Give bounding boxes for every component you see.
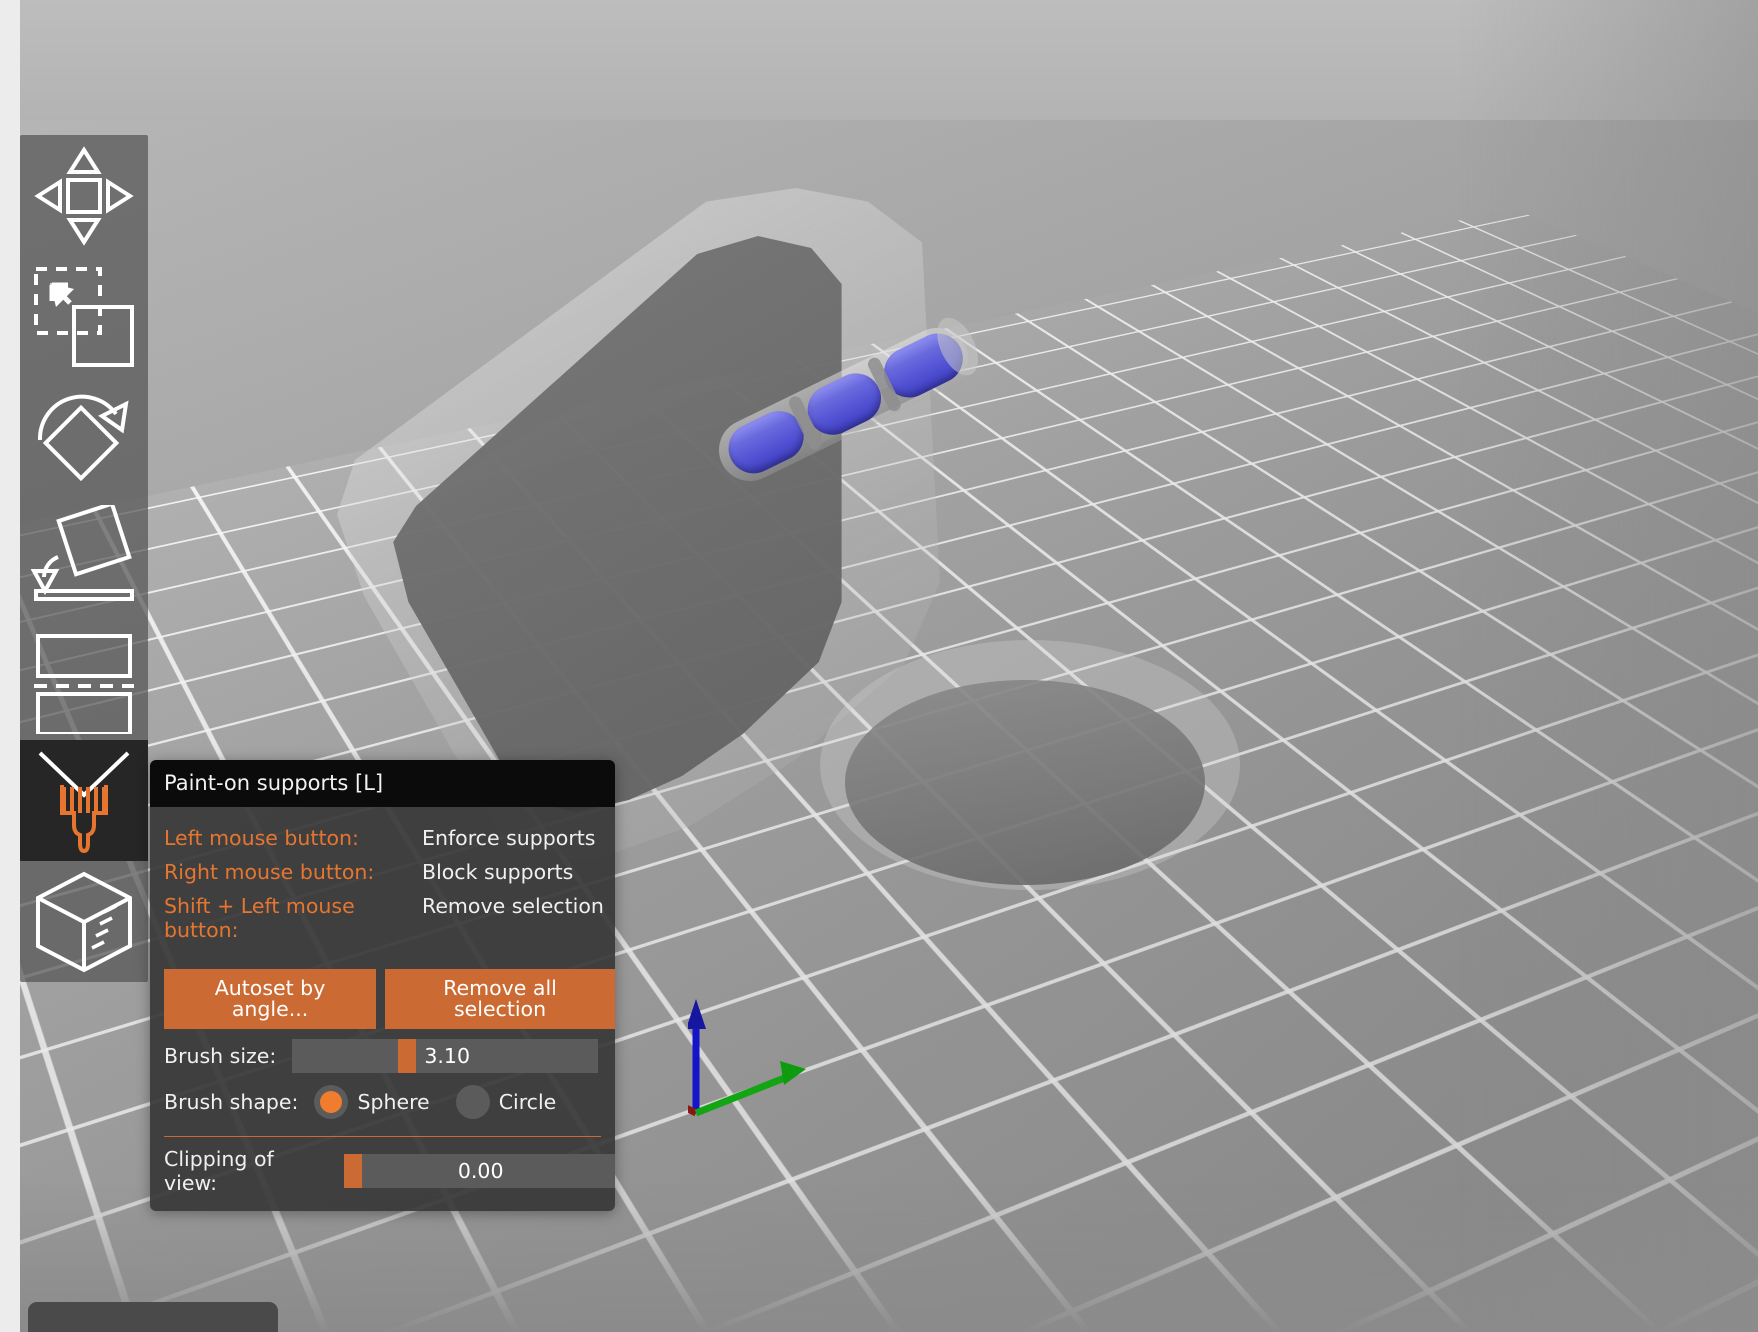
shortcut-row: Left mouse button: Enforce supports bbox=[150, 821, 615, 855]
autoset-by-angle-button[interactable]: Autoset by angle... bbox=[164, 969, 377, 1029]
shortcut-row: Right mouse button: Block supports bbox=[150, 855, 615, 889]
brush-shape-sphere-label: Sphere bbox=[357, 1090, 430, 1114]
panel-body: Left mouse button: Enforce supports Righ… bbox=[150, 807, 615, 1211]
window-left-edge bbox=[0, 0, 20, 1332]
shortcut-row: Shift + Left mouse button: Remove select… bbox=[150, 889, 615, 947]
place-on-face-icon bbox=[30, 504, 138, 613]
brush-shape-radio-circle[interactable] bbox=[455, 1085, 490, 1119]
viewport-background-right bbox=[1458, 0, 1758, 1332]
shortcut-key: Right mouse button: bbox=[164, 860, 375, 884]
clipping-slider-handle[interactable] bbox=[343, 1154, 362, 1188]
brush-shape-label: Brush shape: bbox=[164, 1090, 299, 1114]
remove-all-selection-button[interactable]: Remove all selection bbox=[385, 969, 615, 1029]
toolbar-item-move[interactable] bbox=[20, 135, 148, 256]
clipping-slider[interactable]: 0.00 bbox=[343, 1154, 615, 1188]
bottom-status-tab[interactable] bbox=[28, 1302, 278, 1332]
paint-brush-icon bbox=[30, 747, 138, 855]
cut-icon bbox=[30, 626, 138, 734]
radio-dot-icon bbox=[462, 1091, 484, 1113]
toolbar-item-cut[interactable] bbox=[20, 619, 148, 740]
y-axis-arrow bbox=[694, 1061, 806, 1117]
radio-dot-icon bbox=[320, 1091, 343, 1113]
clipping-label: Clipping of view: bbox=[164, 1147, 274, 1195]
toolbar-item-scale[interactable] bbox=[20, 256, 148, 377]
z-axis-arrow bbox=[686, 999, 706, 1113]
brush-shape-radio-sphere[interactable] bbox=[314, 1085, 349, 1119]
clipping-row: Clipping of view: 0.00 bbox=[150, 1137, 615, 1195]
paint-on-supports-panel[interactable]: Paint-on supports [L] Left mouse button:… bbox=[150, 760, 615, 1211]
shortcut-value: Enforce supports bbox=[422, 826, 596, 850]
toolbar-item-paint-on-supports[interactable] bbox=[20, 740, 148, 861]
brush-size-slider[interactable]: 3.10 bbox=[292, 1039, 599, 1073]
brush-size-label: Brush size: bbox=[164, 1044, 277, 1068]
brush-size-slider-handle[interactable] bbox=[398, 1039, 417, 1073]
toolbar-item-rotate[interactable] bbox=[20, 377, 148, 498]
move-arrows-icon bbox=[30, 142, 138, 250]
panel-title: Paint-on supports [L] bbox=[150, 760, 615, 807]
clipping-value: 0.00 bbox=[457, 1159, 504, 1183]
seam-cube-icon bbox=[30, 868, 138, 976]
shortcut-value: Block supports bbox=[422, 860, 574, 884]
toolbar-item-place-on-face[interactable] bbox=[20, 498, 148, 619]
brush-shape-circle-label: Circle bbox=[498, 1090, 557, 1114]
shortcut-key: Left mouse button: bbox=[164, 826, 359, 850]
panel-action-buttons: Autoset by angle... Remove all selection bbox=[150, 947, 615, 1029]
brush-shape-row: Brush shape: Sphere Circle bbox=[150, 1073, 615, 1119]
shortcut-value: Remove selection bbox=[422, 894, 604, 918]
brush-size-row: Brush size: 3.10 bbox=[150, 1029, 615, 1073]
object-manipulation-toolbar[interactable] bbox=[20, 135, 148, 982]
rotate-icon bbox=[30, 384, 138, 492]
axis-gizmo bbox=[602, 995, 868, 1125]
shortcut-key: Shift + Left mouse button: bbox=[164, 894, 355, 942]
scale-icon bbox=[30, 263, 138, 371]
toolbar-item-seam-painting[interactable] bbox=[20, 861, 148, 982]
brush-size-value: 3.10 bbox=[424, 1044, 470, 1068]
model-disc bbox=[845, 680, 1205, 885]
shortcuts-list: Left mouse button: Enforce supports Righ… bbox=[150, 817, 615, 947]
